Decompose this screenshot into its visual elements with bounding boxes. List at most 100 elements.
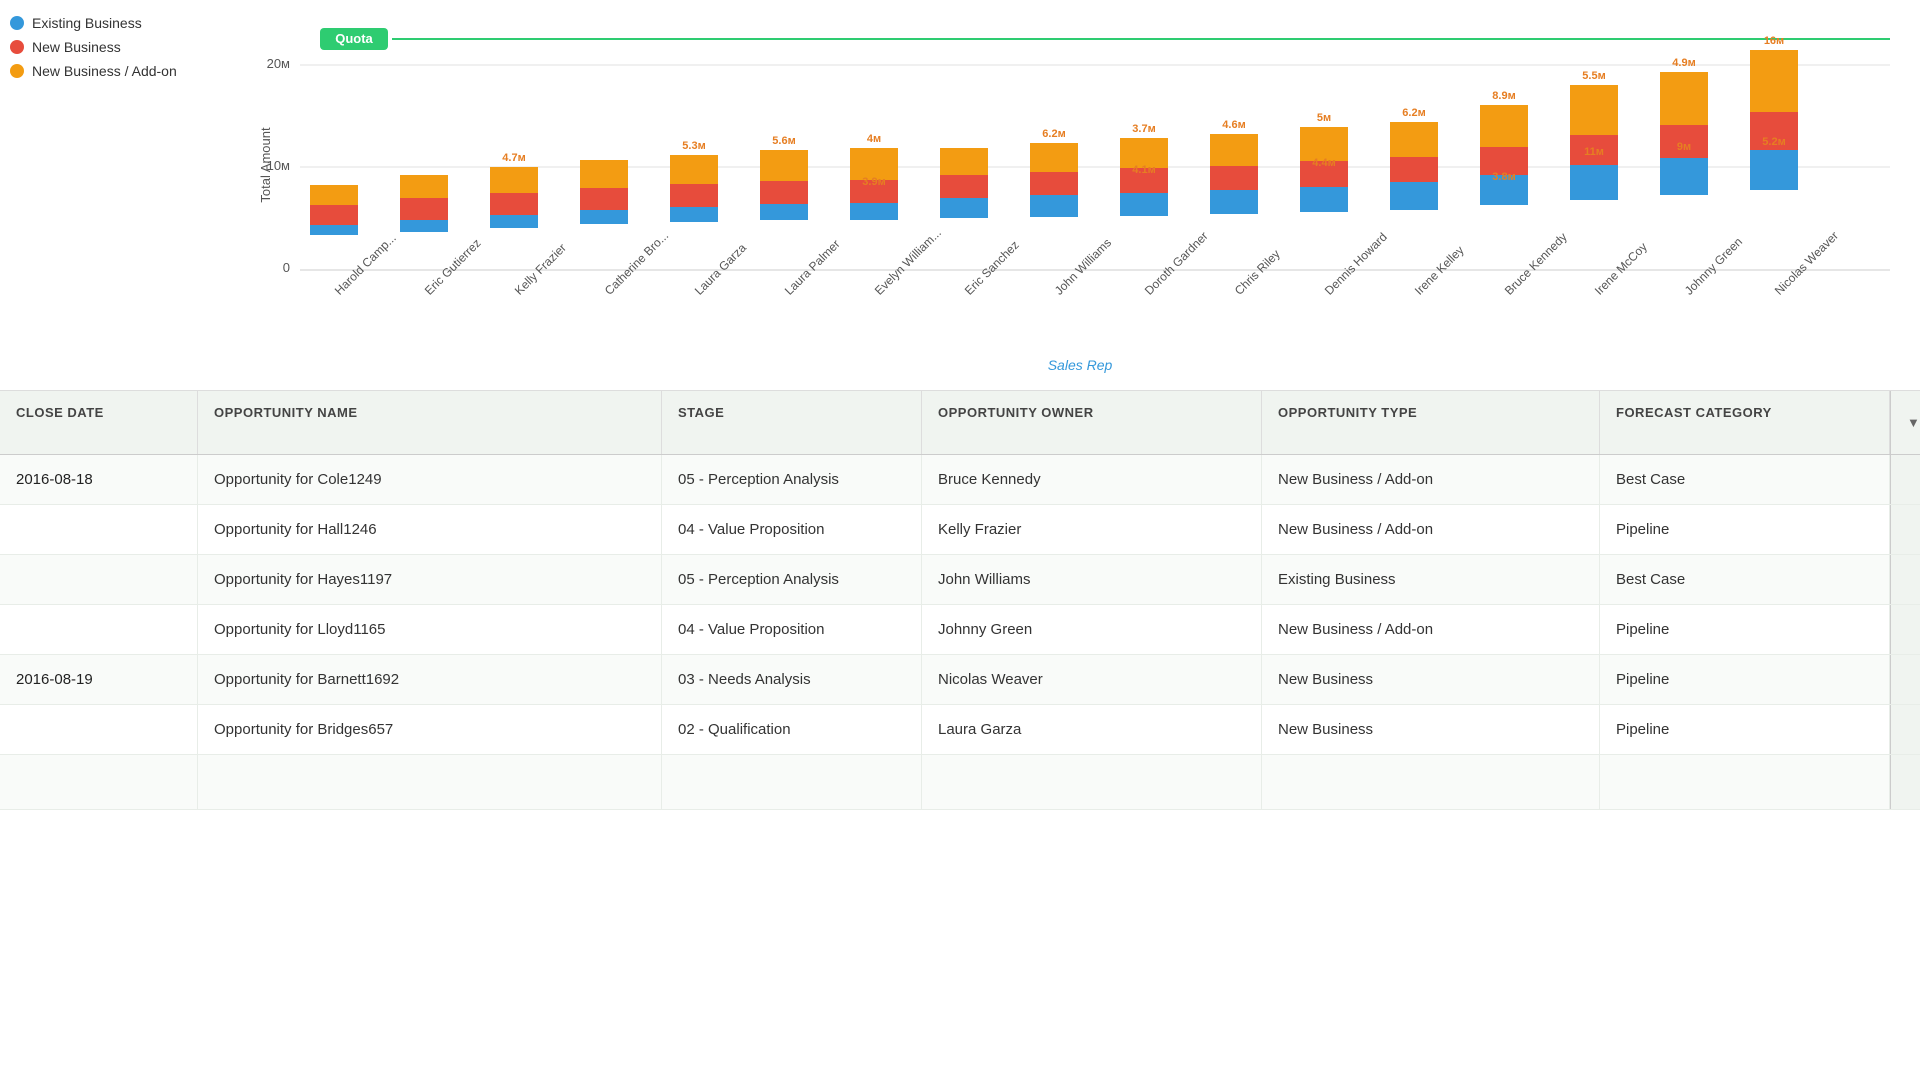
legend-item-new: New Business xyxy=(10,39,177,55)
td-type: New Business / Add-on xyxy=(1262,455,1600,504)
th-type[interactable]: OPPORTUNITY TYPE xyxy=(1262,391,1600,454)
td-owner xyxy=(922,755,1262,809)
td-scroll xyxy=(1890,755,1920,809)
td-owner: Nicolas Weaver xyxy=(922,655,1262,704)
svg-text:Bruce Kennedy: Bruce Kennedy xyxy=(1502,230,1570,298)
main-container: Existing Business New Business New Busin… xyxy=(0,0,1920,1080)
td-stage: 03 - Needs Analysis xyxy=(662,655,922,704)
td-forecast: Pipeline xyxy=(1600,655,1890,704)
td-scroll xyxy=(1890,505,1920,554)
svg-text:8.9м: 8.9м xyxy=(1492,90,1515,102)
td-opp-name: Opportunity for Barnett1692 xyxy=(198,655,662,704)
td-forecast: Pipeline xyxy=(1600,505,1890,554)
td-type: Existing Business xyxy=(1262,555,1600,604)
td-owner: Laura Garza xyxy=(922,705,1262,754)
svg-text:0: 0 xyxy=(283,260,290,275)
th-owner[interactable]: OPPORTUNITY OWNER xyxy=(922,391,1262,454)
td-type: New Business / Add-on xyxy=(1262,505,1600,554)
th-scroll: ▼ xyxy=(1890,391,1920,454)
td-owner: Johnny Green xyxy=(922,605,1262,654)
svg-text:Sales Rep: Sales Rep xyxy=(1048,357,1113,373)
legend-dot-new xyxy=(10,40,24,54)
svg-text:16м: 16м xyxy=(1764,35,1784,47)
legend-label-addon: New Business / Add-on xyxy=(32,63,177,79)
svg-text:Harold Camp...: Harold Camp... xyxy=(332,231,399,298)
legend-dot-addon xyxy=(10,64,24,78)
td-forecast: Pipeline xyxy=(1600,705,1890,754)
td-owner: Bruce Kennedy xyxy=(922,455,1262,504)
table-row: 2016-08-19 Opportunity for Barnett1692 0… xyxy=(0,655,1920,705)
td-opp-name: Opportunity for Bridges657 xyxy=(198,705,662,754)
table-row: Opportunity for Hall1246 04 - Value Prop… xyxy=(0,505,1920,555)
th-close-date[interactable]: CLOSE DATE xyxy=(0,391,198,454)
td-stage: 04 - Value Proposition xyxy=(662,605,922,654)
table-header-row: CLOSE DATE OPPORTUNITY NAME STAGE OPPORT… xyxy=(0,391,1920,455)
td-close-date: 2016-08-19 xyxy=(0,655,198,704)
svg-text:5.2м: 5.2м xyxy=(1762,136,1785,148)
td-type: New Business xyxy=(1262,655,1600,704)
svg-text:5.5м: 5.5м xyxy=(1582,70,1605,82)
table-row xyxy=(0,755,1920,810)
svg-text:Nicolas Weaver: Nicolas Weaver xyxy=(1772,229,1841,298)
td-scroll xyxy=(1890,455,1920,504)
svg-text:4.6м: 4.6м xyxy=(1222,119,1245,131)
td-forecast xyxy=(1600,755,1890,809)
td-opp-name: Opportunity for Cole1249 xyxy=(198,455,662,504)
svg-text:Dennis Howard: Dennis Howard xyxy=(1322,230,1390,298)
chart-legend: Existing Business New Business New Busin… xyxy=(10,15,177,79)
td-close-date: 2016-08-18 xyxy=(0,455,198,504)
th-opp-name[interactable]: OPPORTUNITY NAME xyxy=(198,391,662,454)
chart-area: Existing Business New Business New Busin… xyxy=(0,0,1920,390)
td-forecast: Best Case xyxy=(1600,455,1890,504)
svg-text:4м: 4м xyxy=(867,133,881,145)
td-forecast: Best Case xyxy=(1600,555,1890,604)
td-close-date xyxy=(0,505,198,554)
svg-text:5.3м: 5.3м xyxy=(682,140,705,152)
td-opp-name: Opportunity for Hayes1197 xyxy=(198,555,662,604)
svg-text:6.2м: 6.2м xyxy=(1402,107,1425,119)
td-opp-name xyxy=(198,755,662,809)
table-row: 2016-08-18 Opportunity for Cole1249 05 -… xyxy=(0,455,1920,505)
table-area: CLOSE DATE OPPORTUNITY NAME STAGE OPPORT… xyxy=(0,390,1920,810)
svg-text:9м: 9м xyxy=(1677,141,1691,153)
legend-label-new: New Business xyxy=(32,39,121,55)
td-owner: John Williams xyxy=(922,555,1262,604)
legend-item-addon: New Business / Add-on xyxy=(10,63,177,79)
td-type: New Business / Add-on xyxy=(1262,605,1600,654)
svg-text:4.1м: 4.1м xyxy=(1132,164,1155,176)
svg-text:Eric Sanchez: Eric Sanchez xyxy=(962,238,1022,298)
td-stage xyxy=(662,755,922,809)
svg-text:5м: 5м xyxy=(1317,112,1331,124)
svg-text:Eric Gutierrez: Eric Gutierrez xyxy=(422,236,484,298)
svg-text:Doroth Gardner: Doroth Gardner xyxy=(1142,229,1211,298)
td-opp-name: Opportunity for Lloyd1165 xyxy=(198,605,662,654)
svg-text:6.2м: 6.2м xyxy=(1042,128,1065,140)
svg-text:3.8м: 3.8м xyxy=(1492,171,1515,183)
legend-item-existing: Existing Business xyxy=(10,15,177,31)
td-type xyxy=(1262,755,1600,809)
td-close-date xyxy=(0,705,198,754)
table-body: 2016-08-18 Opportunity for Cole1249 05 -… xyxy=(0,455,1920,810)
svg-text:3.7м: 3.7м xyxy=(1132,123,1155,135)
table-row: Opportunity for Hayes1197 05 - Perceptio… xyxy=(0,555,1920,605)
svg-text:4.9м: 4.9м xyxy=(1672,57,1695,69)
svg-text:Irene McCoy: Irene McCoy xyxy=(1592,240,1650,298)
legend-dot-existing xyxy=(10,16,24,30)
svg-text:Total Amount: Total Amount xyxy=(260,127,273,203)
svg-text:5.6м: 5.6м xyxy=(772,135,795,147)
td-forecast: Pipeline xyxy=(1600,605,1890,654)
svg-text:4.4м: 4.4м xyxy=(1312,157,1335,169)
svg-text:3.9м: 3.9м xyxy=(862,176,885,188)
td-owner: Kelly Frazier xyxy=(922,505,1262,554)
legend-label-existing: Existing Business xyxy=(32,15,142,31)
th-forecast[interactable]: FORECAST CATEGORY xyxy=(1600,391,1890,454)
td-stage: 04 - Value Proposition xyxy=(662,505,922,554)
td-type: New Business xyxy=(1262,705,1600,754)
svg-text:Quota: Quota xyxy=(335,31,373,46)
svg-text:Chris Riley: Chris Riley xyxy=(1232,247,1283,298)
td-close-date xyxy=(0,555,198,604)
td-stage: 05 - Perception Analysis xyxy=(662,455,922,504)
td-close-date xyxy=(0,605,198,654)
td-stage: 05 - Perception Analysis xyxy=(662,555,922,604)
th-stage[interactable]: STAGE xyxy=(662,391,922,454)
